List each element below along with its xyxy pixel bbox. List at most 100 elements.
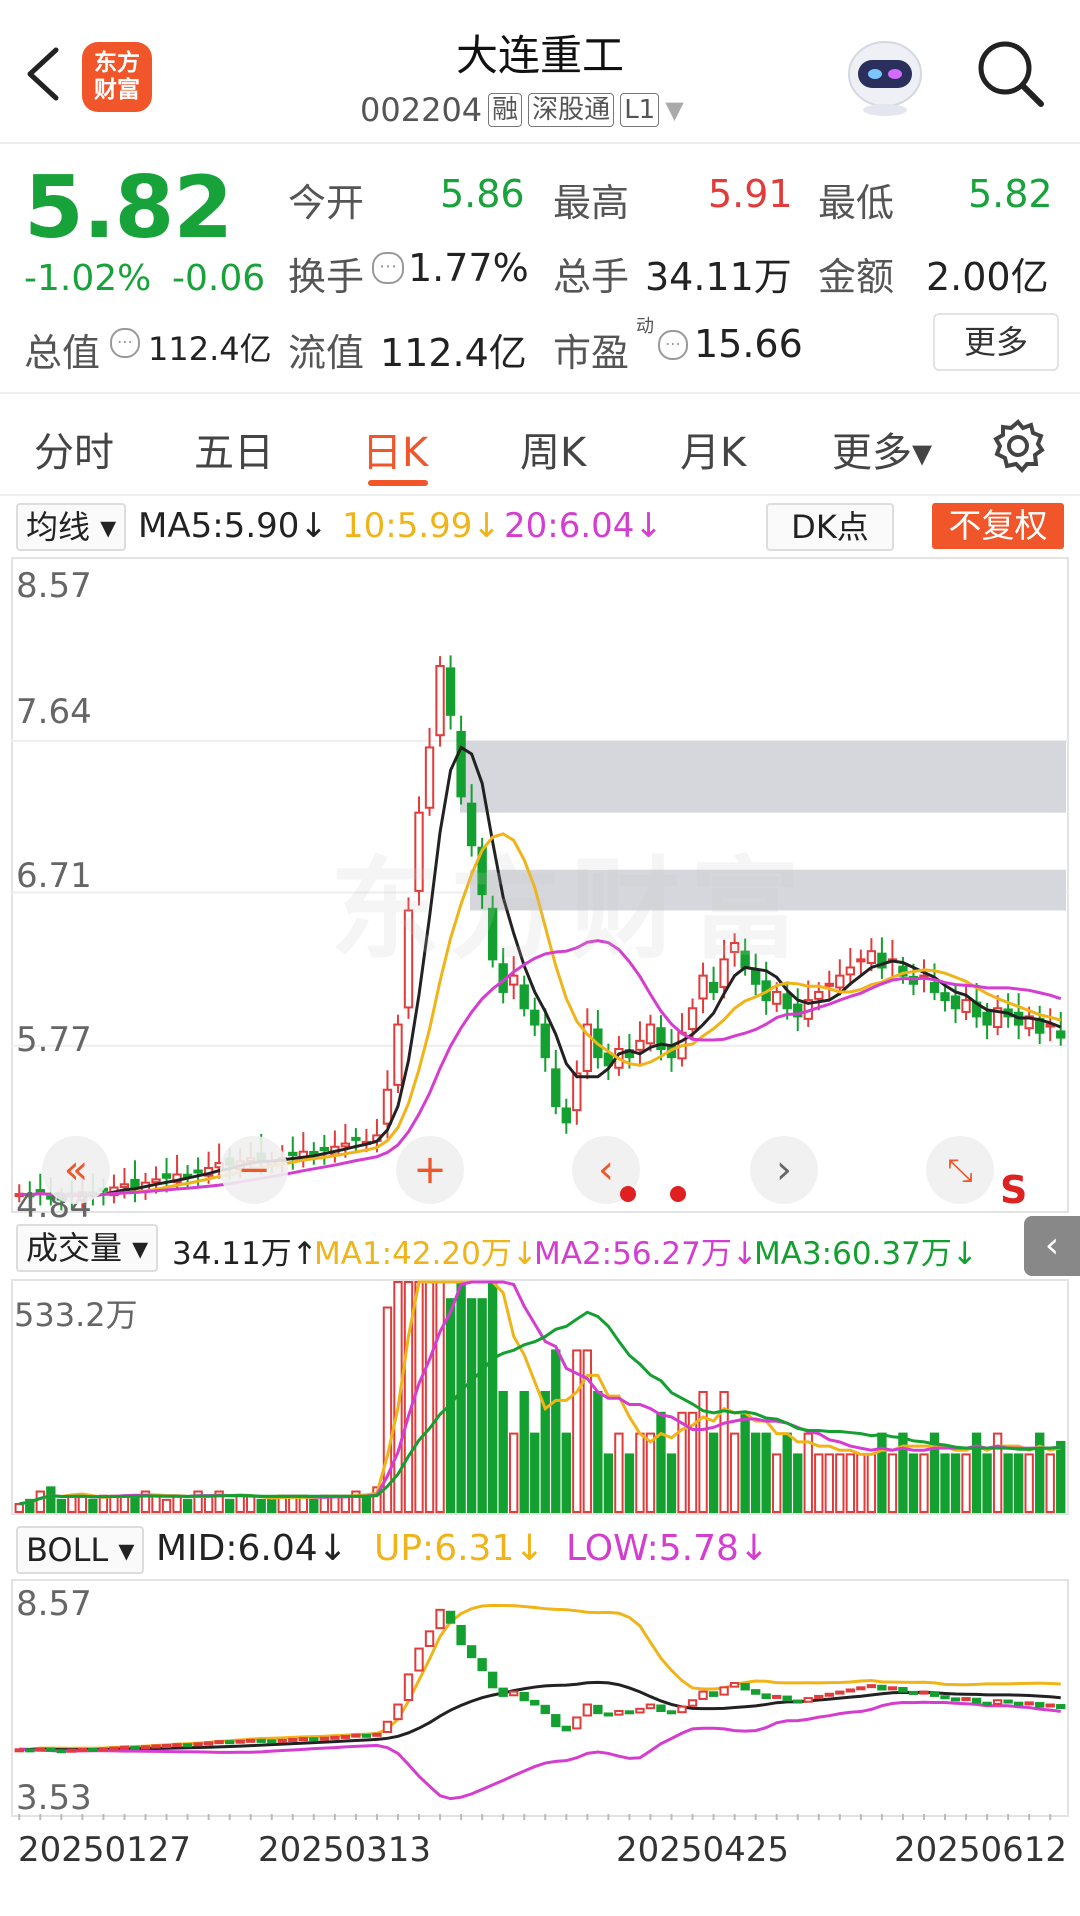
vol-ma2: MA2:56.27万↓ bbox=[534, 1236, 758, 1272]
amount-value: 2.00亿 bbox=[926, 255, 1049, 299]
gear-icon[interactable] bbox=[990, 418, 1046, 474]
info-icon[interactable]: ⋯ bbox=[110, 328, 140, 358]
boll-candle bbox=[151, 1744, 161, 1749]
ma-dropdown[interactable]: 均线 ▾ bbox=[16, 503, 127, 551]
more-quote-button[interactable]: 更多 bbox=[933, 313, 1059, 371]
candle bbox=[445, 667, 456, 716]
volume-bar bbox=[256, 1498, 266, 1513]
volume-bar bbox=[866, 1453, 877, 1513]
volume-bar bbox=[814, 1453, 824, 1513]
boll-candle bbox=[414, 1647, 424, 1672]
stock-subtitle[interactable]: 002204 融 深股通 L1 ▼ bbox=[360, 90, 684, 130]
tab-monthly-k[interactable]: 月K bbox=[680, 420, 746, 478]
mktcap-value: 112.4亿 bbox=[148, 330, 272, 368]
candle bbox=[519, 984, 529, 1010]
open-label: 今开 bbox=[288, 181, 365, 225]
candle bbox=[845, 966, 856, 976]
boll-candle bbox=[782, 1695, 792, 1702]
volume-bar bbox=[487, 1281, 498, 1513]
volume-bar bbox=[161, 1498, 172, 1513]
boll-chart[interactable] bbox=[0, 1578, 1080, 1820]
info-icon[interactable]: ⋯ bbox=[658, 330, 688, 360]
date-label: 20250425 bbox=[616, 1830, 790, 1870]
tab-five-day[interactable]: 五日 bbox=[194, 420, 274, 478]
change-amount: -0.06 bbox=[172, 258, 266, 299]
candle bbox=[309, 1150, 319, 1155]
event-marker-dot[interactable] bbox=[670, 1186, 686, 1202]
candle bbox=[382, 1088, 393, 1125]
boll-candle bbox=[624, 1710, 635, 1715]
info-icon[interactable]: ⋯ bbox=[372, 252, 404, 284]
volume-bar bbox=[414, 1281, 424, 1513]
boll-frame bbox=[11, 1579, 1069, 1817]
no-adjust-button[interactable]: 不复权 bbox=[932, 503, 1064, 549]
volume-chart[interactable] bbox=[0, 1278, 1080, 1518]
zoom-out-icon[interactable]: − bbox=[220, 1136, 288, 1204]
turnover-label: 换手 bbox=[288, 255, 365, 299]
boll-candle bbox=[971, 1697, 982, 1704]
volume-bar bbox=[908, 1453, 919, 1513]
open-value: 5.86 bbox=[440, 172, 525, 216]
boll-candle bbox=[351, 1733, 361, 1738]
tab-daily-k[interactable]: 日K bbox=[362, 420, 428, 478]
boll-candle bbox=[67, 1748, 77, 1753]
scroll-right-icon[interactable]: › bbox=[750, 1136, 818, 1204]
boll-candle bbox=[246, 1738, 256, 1743]
tab-intraday[interactable]: 分时 bbox=[34, 420, 114, 478]
boll-up-line bbox=[19, 1603, 1061, 1751]
high-value: 5.91 bbox=[708, 172, 793, 216]
boll-candle bbox=[172, 1743, 182, 1748]
pe-dynamic-sup: 动 bbox=[636, 316, 654, 337]
assistant-robot-icon[interactable] bbox=[842, 34, 928, 118]
event-marker-dot[interactable] bbox=[620, 1186, 636, 1202]
volume-bar bbox=[982, 1453, 992, 1513]
volume-bar bbox=[519, 1391, 529, 1513]
boll-candle bbox=[845, 1688, 856, 1693]
fast-rewind-icon[interactable]: « bbox=[42, 1136, 110, 1204]
volume-bar bbox=[435, 1281, 445, 1513]
zoom-in-icon[interactable]: + bbox=[396, 1136, 464, 1204]
watermark-text: 东方财富 bbox=[330, 846, 810, 974]
vol-ma3: MA3:60.37万↓ bbox=[754, 1236, 978, 1272]
boll-candle bbox=[319, 1736, 330, 1741]
candle bbox=[151, 1178, 161, 1184]
boll-candle bbox=[561, 1725, 571, 1732]
volume-dropdown[interactable]: 成交量 ▾ bbox=[16, 1224, 159, 1272]
volume-bar bbox=[35, 1490, 45, 1514]
candle bbox=[119, 1183, 130, 1189]
volume-bar bbox=[56, 1498, 67, 1513]
volume-bar bbox=[151, 1494, 161, 1513]
search-icon[interactable] bbox=[975, 38, 1047, 110]
volume-bar bbox=[835, 1453, 845, 1513]
candle bbox=[708, 981, 719, 993]
collapse-panel-button[interactable]: ‹ bbox=[1024, 1216, 1080, 1276]
stock-code: 002204 bbox=[360, 91, 483, 129]
candle bbox=[961, 999, 971, 1013]
candle bbox=[435, 664, 445, 737]
volume-bar bbox=[708, 1432, 719, 1514]
volume-bar bbox=[887, 1453, 898, 1513]
pe-value: 15.66 bbox=[694, 322, 803, 366]
boll-candle bbox=[466, 1645, 477, 1659]
dk-points-button[interactable]: DK点 bbox=[766, 503, 894, 551]
candle bbox=[161, 1173, 172, 1179]
boll-candle bbox=[435, 1608, 445, 1630]
tab-weekly-k[interactable]: 周K bbox=[520, 420, 586, 478]
tag-level1: L1 bbox=[620, 93, 660, 127]
volume-bar bbox=[203, 1494, 214, 1513]
sell-signal-marker[interactable]: S bbox=[1000, 1168, 1027, 1212]
boll-candle bbox=[551, 1714, 561, 1728]
boll-candle bbox=[267, 1739, 277, 1744]
fullscreen-icon[interactable]: ⤡ bbox=[926, 1136, 994, 1204]
boll-candle bbox=[130, 1745, 140, 1750]
boll-candle bbox=[708, 1691, 719, 1697]
boll-dropdown[interactable]: BOLL ▾ bbox=[16, 1526, 145, 1574]
date-label: 20250127 bbox=[18, 1830, 192, 1870]
boll-candle bbox=[1013, 1701, 1024, 1706]
volume-bar bbox=[856, 1453, 866, 1513]
boll-up: UP:6.31↓ bbox=[374, 1528, 545, 1569]
volume-bar bbox=[551, 1349, 561, 1514]
candle bbox=[393, 1023, 403, 1086]
volume-bar bbox=[130, 1494, 140, 1513]
tab-more[interactable]: 更多▾ bbox=[832, 420, 932, 478]
